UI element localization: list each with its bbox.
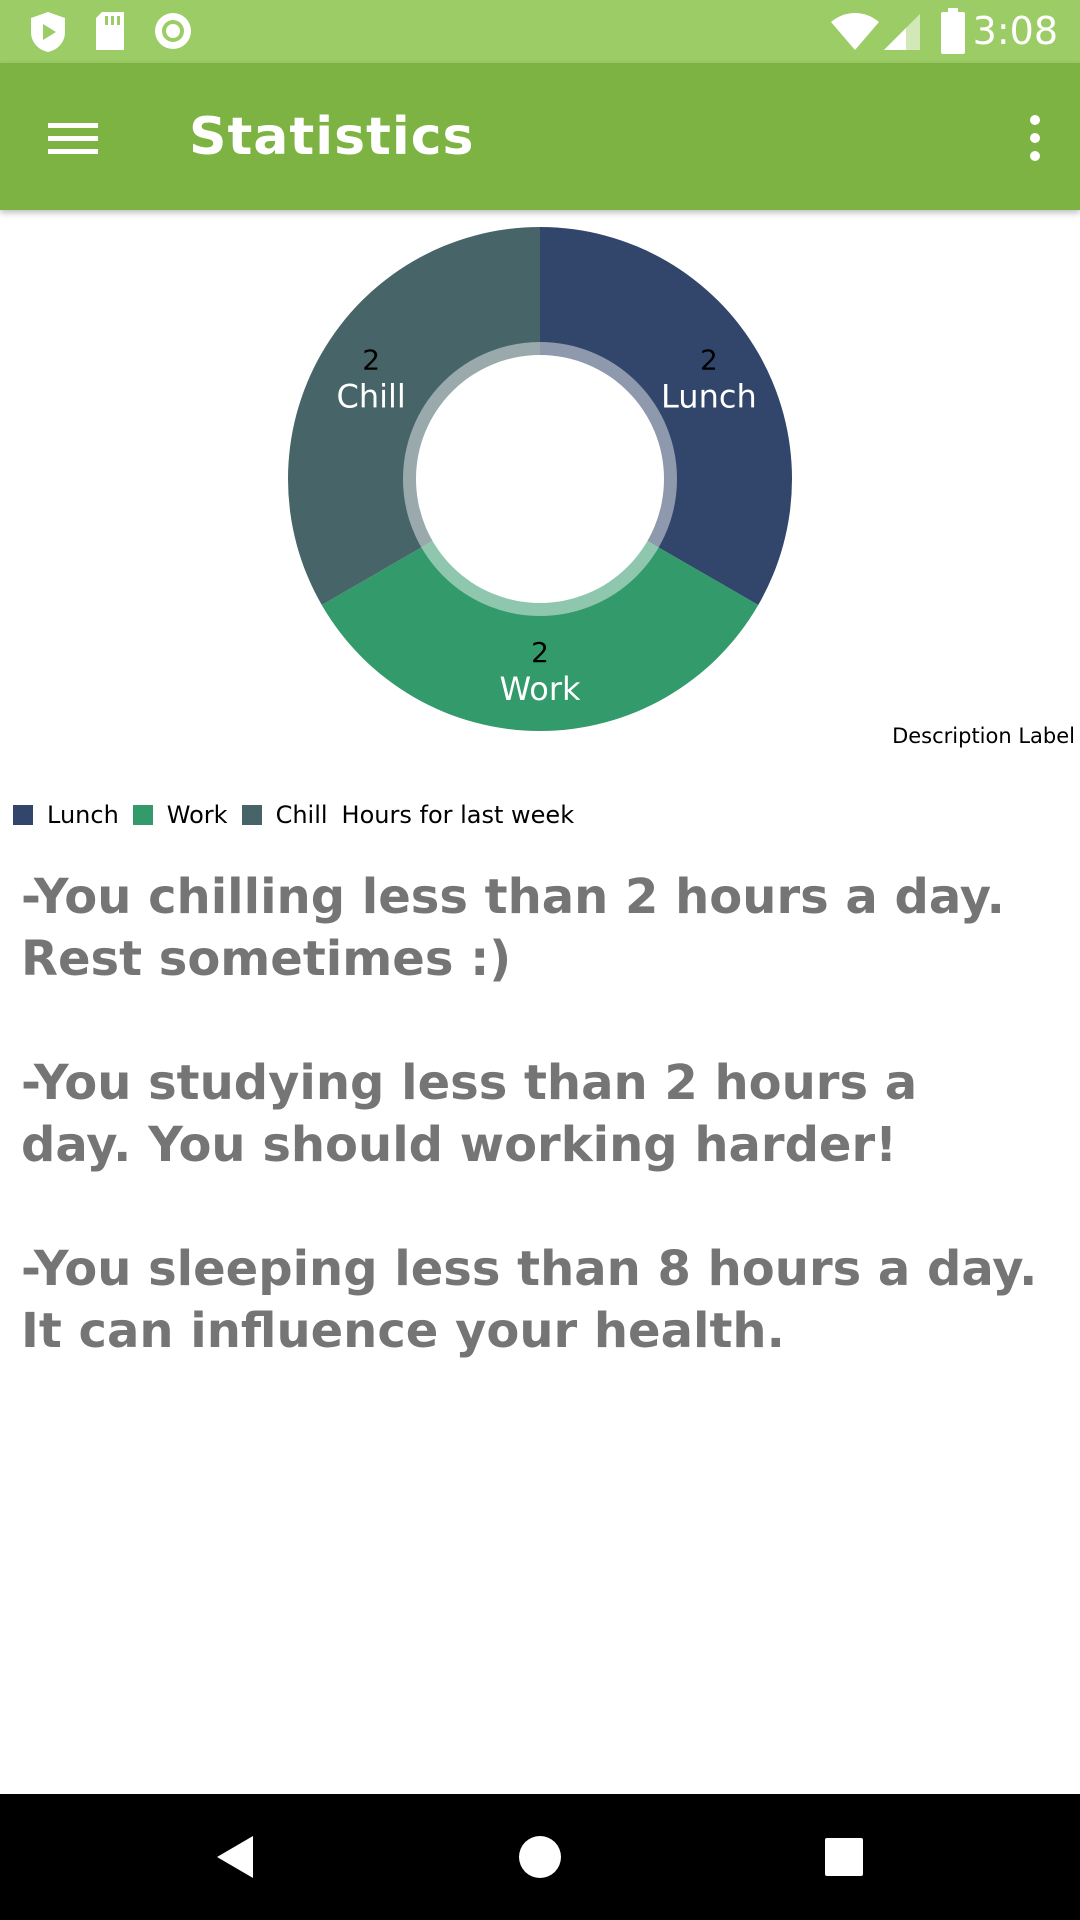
slice-value-label: 2 (700, 344, 718, 377)
hamburger-menu-icon (48, 123, 98, 154)
recents-icon (825, 1838, 863, 1876)
legend-swatch (132, 805, 153, 825)
back-button[interactable] (203, 1824, 269, 1890)
legend-item-chill: Chill (241, 801, 328, 829)
legend-item-work: Work (132, 801, 228, 829)
message-study: -You studying less than 2 hours a day. Y… (21, 1055, 918, 1173)
home-icon (519, 1836, 561, 1878)
app-bar: Statistics (0, 63, 1080, 210)
more-vert-icon (1030, 115, 1040, 161)
menu-button[interactable] (36, 103, 108, 175)
slice-name-label: Chill (336, 378, 405, 416)
battery-icon (941, 8, 965, 54)
page-title: Statistics (189, 107, 475, 167)
slice-name-label: Lunch (661, 378, 757, 416)
legend-swatch (241, 805, 262, 825)
legend-label: Lunch (47, 801, 119, 829)
slice-name-label: Work (499, 670, 581, 708)
back-icon (217, 1836, 253, 1878)
shield-play-icon (31, 12, 65, 52)
chart-canvas: 2Lunch2Work2Chill (288, 227, 793, 731)
legend-description: Hours for last week (341, 801, 575, 829)
donut-hole (416, 355, 664, 603)
legend-swatch (13, 805, 33, 825)
message-sleep: -You sleeping less than 8 hours a day. I… (21, 1241, 1038, 1359)
navigation-bar (0, 1794, 1080, 1920)
cell-signal-icon (884, 14, 920, 50)
chart-legend: Lunch Work Chill Hours for last week (13, 798, 574, 832)
status-bar: 3:08 (0, 0, 1080, 63)
status-time: 3:08 (972, 9, 1058, 53)
statistics-messages: -You chilling less than 2 hours a day. R… (21, 866, 1041, 1424)
overflow-menu-button[interactable] (996, 103, 1060, 175)
wifi-icon (831, 13, 879, 50)
pie-chart[interactable]: 2 Lunch 2 Work 2 Chill Description Label (0, 210, 1080, 770)
recents-button[interactable] (811, 1824, 877, 1890)
message-chill: -You chilling less than 2 hours a day. R… (21, 869, 1005, 987)
slice-value-label: 2 (362, 344, 380, 377)
legend-item-lunch: Lunch (13, 801, 119, 829)
legend-label: Work (166, 801, 228, 829)
home-button[interactable] (507, 1824, 573, 1890)
sd-card-icon (96, 12, 124, 50)
legend-label: Chill (275, 801, 328, 829)
circle-record-icon (155, 13, 191, 49)
chart-description-label: Description Label (892, 724, 1075, 748)
slice-value-label: 2 (531, 636, 549, 669)
